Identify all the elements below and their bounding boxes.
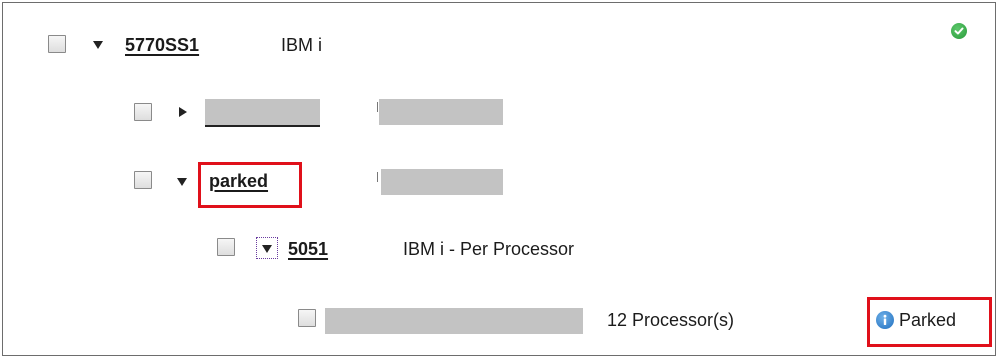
select-checkbox-feature[interactable] [217,238,235,256]
highlight-box-parked-status [867,297,992,347]
expand-toggle-down-icon[interactable] [262,245,272,253]
license-tree-panel: 5770SS1 IBM i parked 5051 IBM i - Per Pr… [2,2,996,356]
redacted-license-key [325,308,583,334]
redacted-group-description [381,169,503,195]
license-quantity: 12 Processor(s) [607,310,735,330]
product-link-root[interactable]: 5770SS1 [125,35,199,56]
tree-row-root: 5770SS1 IBM i [3,29,995,63]
feature-description: IBM i - Per Processor [403,239,575,259]
redacted-product-name [205,99,320,125]
feature-link-5051[interactable]: 5051 [288,239,328,260]
select-checkbox-license[interactable] [298,309,316,327]
tree-row-parked: parked [3,166,995,200]
select-checkbox-root[interactable] [48,35,66,53]
redacted-separator [377,102,378,112]
select-checkbox-child[interactable] [134,103,152,121]
product-description-root: IBM i [281,35,323,55]
redacted-link-underline [205,125,320,127]
highlight-box-parked-link [198,162,302,208]
expand-toggle-right-icon[interactable] [179,107,187,117]
checkmark-circle-icon [951,23,967,39]
tree-row-license: 12 Processor(s) Parked [3,306,995,340]
expand-toggle-down-icon[interactable] [93,41,103,49]
tree-row-feature: 5051 IBM i - Per Processor [3,235,995,269]
redacted-product-description [379,99,503,125]
redacted-separator [377,172,378,182]
expand-toggle-down-icon[interactable] [177,178,187,186]
select-checkbox-parked[interactable] [134,171,152,189]
tree-row-child [3,97,995,131]
